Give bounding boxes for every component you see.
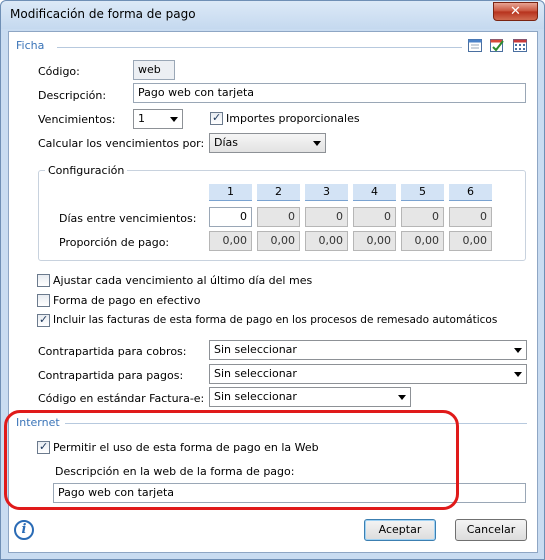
column-header-5: 5: [401, 184, 444, 201]
aceptar-button[interactable]: Aceptar: [364, 519, 436, 541]
cobros-value: Sin seleccionar: [214, 343, 297, 356]
checklist-icon[interactable]: [489, 37, 505, 53]
proporcion-field-2[interactable]: 0,00: [257, 231, 300, 251]
proporcion-field-1[interactable]: 0,00: [209, 231, 252, 251]
cancelar-button[interactable]: Cancelar: [455, 519, 527, 541]
proporcion-field-6[interactable]: 0,00: [449, 231, 492, 251]
calcular-select[interactable]: Días: [209, 133, 326, 153]
codigo-label: Código:: [38, 65, 80, 78]
column-header-3: 3: [305, 184, 348, 201]
info-icon[interactable]: i: [14, 520, 34, 540]
remesado-label: Incluir las facturas de esta forma de pa…: [53, 314, 498, 326]
grid-calendar-icon[interactable]: [512, 37, 528, 53]
efectivo-label: Forma de pago en efectivo: [53, 294, 201, 307]
codigo-field[interactable]: web: [133, 60, 175, 80]
importes-label: Importes proporcionales: [226, 112, 360, 125]
dias-field-4[interactable]: 0: [353, 207, 396, 227]
column-header-1: 1: [209, 184, 252, 201]
proporcion-field-5[interactable]: 0,00: [401, 231, 444, 251]
efectivo-checkbox[interactable]: [37, 294, 50, 307]
pagos-label: Contrapartida para pagos:: [38, 369, 184, 382]
calcular-value: Días: [214, 136, 238, 149]
dialog-window: Modificación de forma de pago ✕ Ficha Có…: [0, 0, 545, 560]
facturae-value: Sin seleccionar: [214, 390, 297, 403]
ajustar-label: Ajustar cada vencimiento al último día d…: [53, 274, 313, 287]
importes-checkbox[interactable]: [210, 111, 223, 125]
facturae-label: Código en estándar Factura-e:: [38, 392, 205, 405]
vencimientos-label: Vencimientos:: [38, 113, 116, 126]
facturae-select[interactable]: Sin seleccionar: [209, 387, 411, 407]
chevron-down-icon: [313, 141, 321, 146]
descripcion-field[interactable]: Pago web con tarjeta: [133, 83, 526, 103]
cobros-select[interactable]: Sin seleccionar: [209, 340, 527, 360]
dialog-body: Ficha Código: web Descripción: Pago web …: [4, 31, 538, 553]
vencimientos-select[interactable]: 1: [133, 109, 183, 129]
proporcion-field-3[interactable]: 0,00: [305, 231, 348, 251]
dias-label: Días entre vencimientos:: [59, 212, 197, 225]
column-header-4: 4: [353, 184, 396, 201]
calendar-icon[interactable]: [467, 37, 483, 53]
dias-field-3[interactable]: 0: [305, 207, 348, 227]
dias-field-6[interactable]: 0: [449, 207, 492, 227]
calcular-label: Calcular los vencimientos por:: [38, 137, 205, 150]
pagos-value: Sin seleccionar: [214, 367, 297, 380]
chevron-down-icon: [170, 117, 178, 122]
column-header-2: 2: [257, 184, 300, 201]
remesado-checkbox[interactable]: [37, 313, 50, 327]
chevron-down-icon: [514, 348, 522, 353]
pagos-select[interactable]: Sin seleccionar: [209, 364, 527, 384]
ficha-group-title: Ficha: [16, 39, 45, 52]
highlight-annotation: [4, 410, 459, 510]
chevron-down-icon: [514, 372, 522, 377]
dias-field-2[interactable]: 0: [257, 207, 300, 227]
column-header-6: 6: [449, 184, 492, 201]
proporcion-label: Proporción de pago:: [59, 236, 170, 249]
ajustar-checkbox[interactable]: [37, 274, 50, 287]
dias-field-5[interactable]: 0: [401, 207, 444, 227]
ficha-divider: [57, 47, 462, 48]
dias-field-1[interactable]: 0: [209, 207, 252, 227]
descripcion-label: Descripción:: [38, 89, 107, 102]
chevron-down-icon: [398, 395, 406, 400]
proporcion-field-4[interactable]: 0,00: [353, 231, 396, 251]
close-button[interactable]: ✕: [493, 2, 538, 21]
vencimientos-value: 1: [138, 112, 145, 125]
title-bar[interactable]: Modificación de forma de pago ✕: [1, 1, 544, 29]
configuracion-title: Configuración: [45, 164, 128, 177]
cobros-label: Contrapartida para cobros:: [38, 345, 187, 358]
window-title: Modificación de forma de pago: [10, 7, 196, 21]
